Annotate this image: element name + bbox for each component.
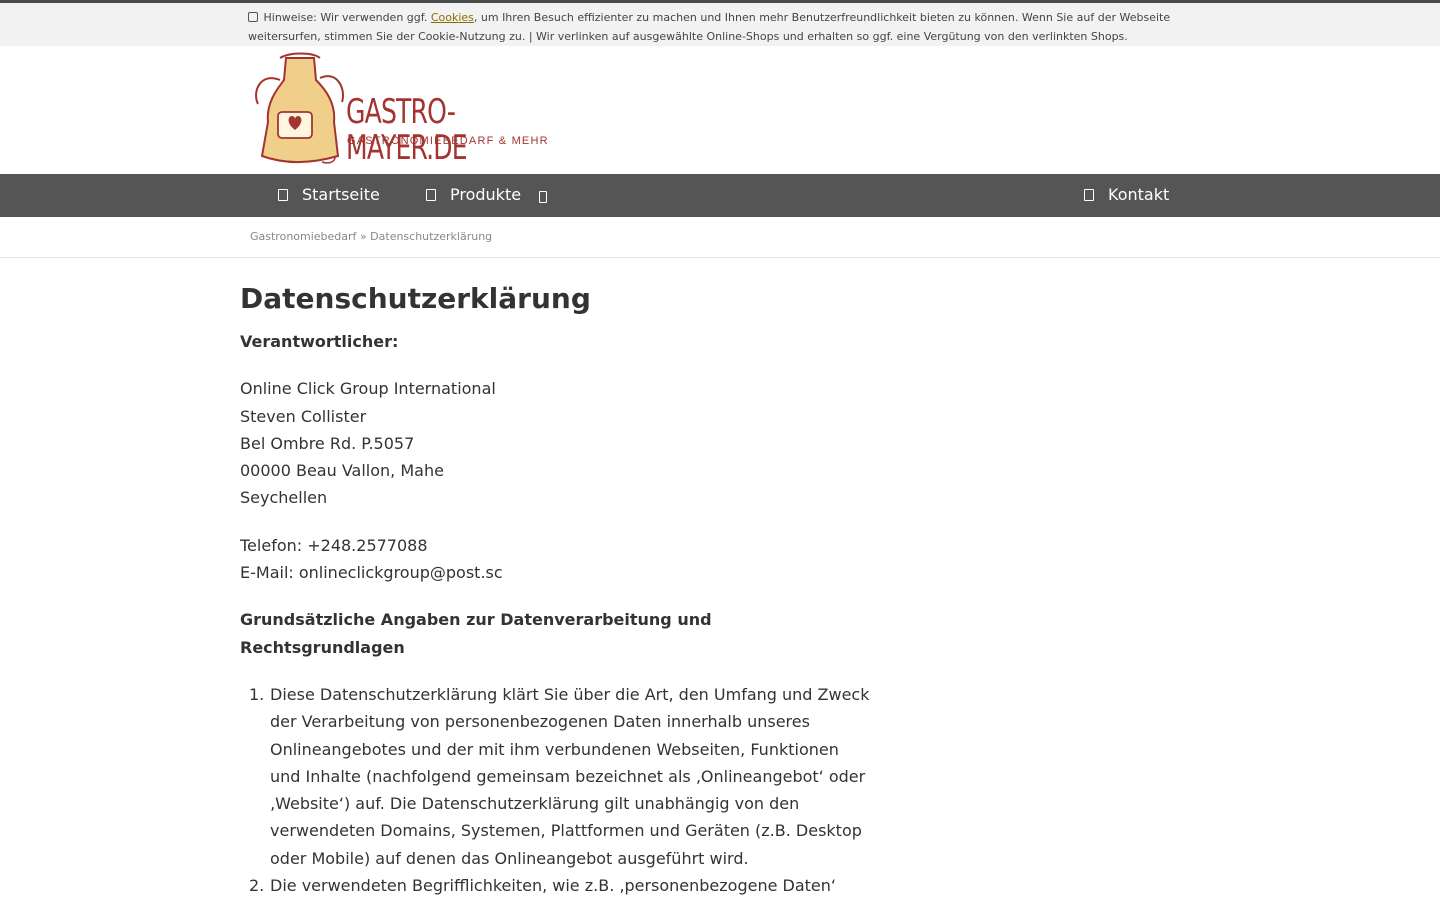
list-item-number: 1. [249, 684, 265, 704]
main-content: Datenschutzerklärung Verantwortlicher: O… [240, 280, 870, 899]
address-line: Seychellen [240, 488, 328, 508]
breadcrumb-separator: » [359, 230, 367, 243]
list-item-number: 2. [249, 876, 265, 896]
contact-icon [1084, 189, 1094, 201]
nav-item-home[interactable]: Startseite [278, 174, 380, 217]
home-icon [278, 189, 288, 201]
list-item-text: Diese Datenschutzerklärung klärt Sie übe… [270, 684, 870, 868]
site-logo[interactable]: GASTRO-MAYER.DE GASTRONOMIEBEDARF & MEHR [250, 52, 550, 168]
email-text: E-Mail: onlineclickgroup@post.sc [240, 563, 503, 583]
responsible-heading: Verantwortlicher: [240, 332, 399, 351]
logo-title: GASTRO-MAYER.DE [346, 92, 468, 168]
chevron-down-icon[interactable] [539, 191, 548, 203]
apron-logo-icon [255, 52, 344, 164]
responsible-address: Online Click Group International Steven … [240, 375, 870, 511]
list-item: 1. Diese Datenschutzerklärung klärt Sie ü… [240, 681, 870, 872]
logo-subtitle: GASTRONOMIEBEDARF & MEHR [347, 135, 549, 147]
section-heading: Grundsätzliche Angaben zur Datenverarbei… [240, 610, 712, 657]
cookie-notice-text: Hinweise: Wir verwenden ggf. Cookies, um… [248, 8, 1178, 46]
nav-item-contact[interactable]: Kontakt [1084, 174, 1169, 217]
policy-list: 1. Diese Datenschutzerklärung klärt Sie ü… [240, 681, 870, 899]
cookie-notice-bar: Hinweise: Wir verwenden ggf. Cookies, um… [0, 3, 1440, 46]
breadcrumb: Gastronomiebedarf » Datenschutzerklärung [250, 230, 492, 243]
nav-products-label: Produkte [450, 185, 522, 204]
phone-text: Telefon: +248.2577088 [240, 535, 428, 555]
cookies-link[interactable]: Cookies [431, 11, 474, 24]
site-header: GASTRO-MAYER.DE GASTRONOMIEBEDARF & MEHR [0, 46, 1440, 174]
info-icon [248, 12, 258, 22]
address-line: Online Click Group International [240, 379, 496, 399]
nav-home-label: Startseite [302, 185, 380, 204]
address-line: 00000 Beau Vallon, Mahe [240, 461, 444, 481]
address-line: Steven Collister [240, 406, 367, 426]
list-item-text: Die verwendeten Begrifflichkeiten, wie z… [270, 876, 836, 896]
breadcrumb-home-link[interactable]: Gastronomiebedarf [250, 230, 356, 243]
address-line: Bel Ombre Rd. P.5057 [240, 433, 415, 453]
main-navigation: Startseite Produkte Kontakt [0, 174, 1440, 217]
nav-item-products[interactable]: Produkte [426, 174, 548, 217]
breadcrumb-bar: Gastronomiebedarf » Datenschutzerklärung [0, 217, 1440, 258]
notice-text-before: Hinweise: Wir verwenden ggf. [260, 11, 431, 24]
products-icon [426, 189, 436, 201]
list-item: 2. Die verwendeten Begrifflichkeiten, wie… [240, 872, 870, 899]
contact-details: Telefon: +248.2577088 E-Mail: onlineclic… [240, 532, 870, 587]
nav-contact-label: Kontakt [1108, 185, 1170, 204]
page-title: Datenschutzerklärung [240, 282, 591, 315]
breadcrumb-current: Datenschutzerklärung [370, 230, 493, 243]
